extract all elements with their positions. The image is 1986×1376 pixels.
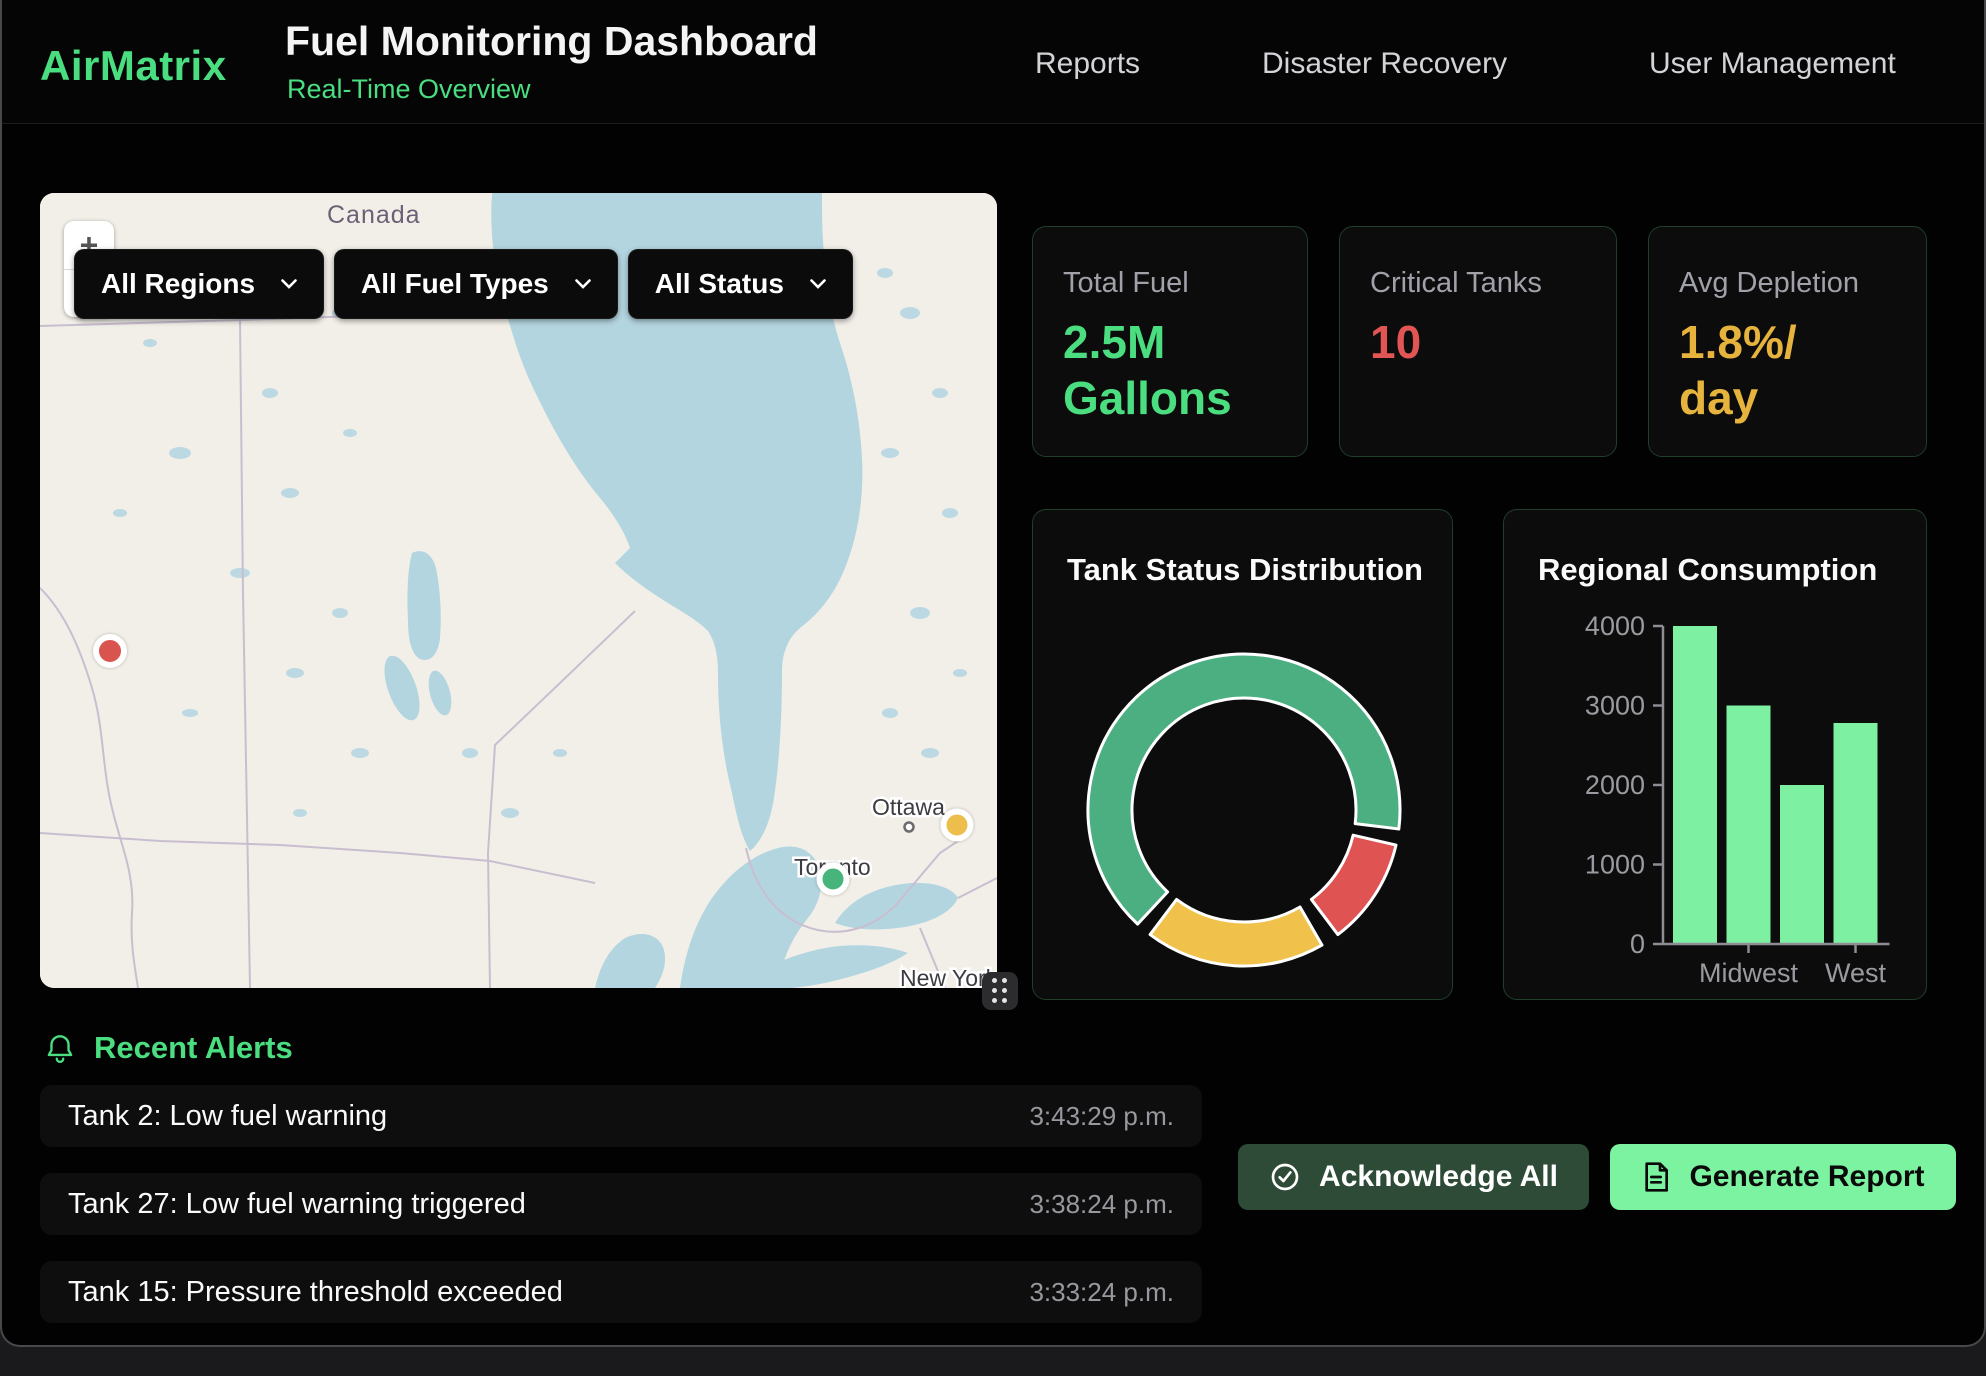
status-filter-label: All Status xyxy=(655,268,784,300)
generate-report-button[interactable]: Generate Report xyxy=(1610,1144,1956,1210)
bar-region-3 xyxy=(1834,723,1878,944)
alert-message: Tank 2: Low fuel warning xyxy=(68,1100,387,1133)
y-tick-label: 1000 xyxy=(1585,850,1645,880)
chevron-down-icon xyxy=(575,279,591,289)
map-town-dot-ottawa xyxy=(905,823,914,832)
bar-region-2 xyxy=(1780,785,1824,944)
map-lake-winnipeg xyxy=(407,551,440,660)
chevron-down-icon xyxy=(810,279,826,289)
x-tick-label: Midwest xyxy=(1699,958,1799,988)
stat-value: 1.8%/day xyxy=(1679,314,1896,426)
chevron-down-icon xyxy=(281,279,297,289)
tank-status-chart-card: Tank Status Distribution xyxy=(1032,509,1453,1000)
check-circle-icon xyxy=(1269,1161,1301,1193)
bar-region-1 xyxy=(1727,706,1771,945)
y-tick-label: 4000 xyxy=(1585,611,1645,641)
alert-timestamp: 3:38:24 p.m. xyxy=(1029,1189,1174,1220)
alert-message: Tank 15: Pressure threshold exceeded xyxy=(68,1276,563,1309)
regional-consumption-chart-card: Regional Consumption 01000200030004000Mi… xyxy=(1503,509,1927,1000)
alerts-section-title: Recent Alerts xyxy=(94,1030,293,1066)
tank-marker-warning[interactable] xyxy=(941,809,974,842)
brand-logo: AirMatrix xyxy=(40,42,227,90)
alert-message: Tank 27: Low fuel warning triggered xyxy=(68,1188,526,1221)
stat-card-critical-tanks: Critical Tanks 10 xyxy=(1339,226,1617,457)
fuel-type-filter-dropdown[interactable]: All Fuel Types xyxy=(334,249,618,319)
regional-consumption-bar-chart: 0 1000 2000 3000 4000 Midwest West xyxy=(1504,510,1928,1001)
status-filter-dropdown[interactable]: All Status xyxy=(628,249,853,319)
y-tick-label: 3000 xyxy=(1585,691,1645,721)
alert-timestamp: 3:43:29 p.m. xyxy=(1029,1101,1174,1132)
region-filter-label: All Regions xyxy=(101,268,255,300)
y-tick-label: 0 xyxy=(1630,929,1645,959)
map-filters: All Regions All Fuel Types All Status xyxy=(74,249,853,319)
acknowledge-all-button[interactable]: Acknowledge All xyxy=(1238,1144,1589,1210)
alert-timestamp: 3:33:24 p.m. xyxy=(1029,1277,1174,1308)
map-label-canada: Canada xyxy=(327,201,421,229)
alert-row[interactable]: Tank 27: Low fuel warning triggered 3:38… xyxy=(40,1173,1202,1235)
nav-item-reports[interactable]: Reports xyxy=(1035,47,1140,81)
page-subtitle: Real-Time Overview xyxy=(287,74,531,105)
y-tick-label: 2000 xyxy=(1585,770,1645,800)
bar-region-0 xyxy=(1673,626,1717,944)
stat-card-total-fuel: Total Fuel 2.5MGallons xyxy=(1032,226,1308,457)
map-resize-handle[interactable] xyxy=(982,972,1018,1010)
tank-marker-critical[interactable] xyxy=(93,634,127,668)
chart-title: Tank Status Distribution xyxy=(1067,552,1423,588)
nav-item-user-management[interactable]: User Management xyxy=(1649,47,1896,81)
fuel-type-filter-label: All Fuel Types xyxy=(361,268,549,300)
stat-label: Avg Depletion xyxy=(1679,267,1896,300)
region-filter-dropdown[interactable]: All Regions xyxy=(74,249,324,319)
nav-item-disaster-recovery[interactable]: Disaster Recovery xyxy=(1262,47,1507,81)
x-tick-label: West xyxy=(1825,958,1887,988)
generate-report-label: Generate Report xyxy=(1689,1160,1924,1194)
fuel-map[interactable]: Canada Ottawa Toronto New York + − All R… xyxy=(40,193,997,988)
stat-label: Total Fuel xyxy=(1063,267,1277,300)
alert-row[interactable]: Tank 2: Low fuel warning 3:43:29 p.m. xyxy=(40,1085,1202,1147)
dashboard-window: AirMatrix Fuel Monitoring Dashboard Real… xyxy=(0,0,1986,1347)
tank-status-donut-chart xyxy=(1033,640,1454,1000)
map-label-ottawa: Ottawa xyxy=(872,794,945,820)
acknowledge-all-label: Acknowledge All xyxy=(1319,1160,1558,1194)
donut-segment-warning xyxy=(1150,899,1322,966)
stat-card-avg-depletion: Avg Depletion 1.8%/day xyxy=(1648,226,1927,457)
app-header: AirMatrix Fuel Monitoring Dashboard Real… xyxy=(2,0,1984,124)
donut-segment-critical xyxy=(1311,835,1396,934)
stat-label: Critical Tanks xyxy=(1370,267,1586,300)
bell-icon xyxy=(44,1032,76,1064)
stat-value: 10 xyxy=(1370,314,1586,370)
alerts-header: Recent Alerts xyxy=(44,1030,293,1066)
tank-marker-normal[interactable] xyxy=(817,863,850,896)
stat-value: 2.5MGallons xyxy=(1063,314,1277,426)
alert-row[interactable]: Tank 15: Pressure threshold exceeded 3:3… xyxy=(40,1261,1202,1323)
file-report-icon xyxy=(1641,1161,1671,1193)
page-title: Fuel Monitoring Dashboard xyxy=(285,18,818,65)
